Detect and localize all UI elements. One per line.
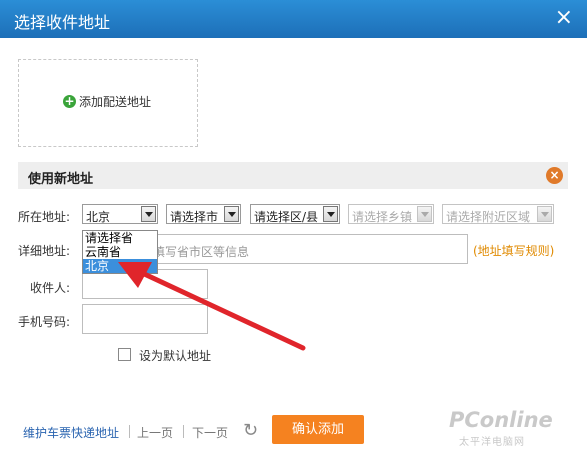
prev-page-link[interactable]: 上一页 xyxy=(137,424,173,441)
dialog-title-bar: 选择收件地址 × xyxy=(0,0,587,38)
detail-label: 详细地址: xyxy=(18,244,71,258)
watermark-logo: PConline 太平洋电脑网 xyxy=(437,400,577,450)
province-option[interactable]: 云南省 xyxy=(83,245,157,259)
detail-placeholder: 填写省市区等信息 xyxy=(153,245,250,259)
province-option-selected[interactable]: 北京 xyxy=(83,259,157,273)
new-address-title: 使用新地址 xyxy=(28,172,94,187)
dialog-title: 选择收件地址 xyxy=(14,13,111,32)
next-page-link[interactable]: 下一页 xyxy=(192,424,228,441)
receiver-label: 收件人: xyxy=(30,281,71,295)
town-select: 请选择乡镇 xyxy=(348,204,434,224)
divider xyxy=(183,425,184,438)
add-address-card[interactable]: + 添加配送地址 xyxy=(18,59,198,147)
close-circle-icon[interactable]: × xyxy=(546,167,563,184)
watermark-subtext: 太平洋电脑网 xyxy=(459,437,525,448)
province-option[interactable]: 请选择省 xyxy=(83,231,157,245)
confirm-add-button[interactable]: 确认添加 xyxy=(272,415,364,444)
chevron-down-icon[interactable] xyxy=(323,206,338,222)
chevron-down-icon xyxy=(417,206,432,222)
chevron-down-icon xyxy=(537,206,552,222)
region-label: 所在地址: xyxy=(18,210,71,224)
district-select[interactable]: 请选择区/县 xyxy=(250,204,340,224)
add-address-button[interactable]: + 添加配送地址 xyxy=(63,93,151,110)
chevron-down-icon[interactable] xyxy=(224,206,239,222)
maintain-address-link[interactable]: 维护车票快递地址 xyxy=(23,424,119,441)
province-select[interactable]: 北京 xyxy=(82,204,158,224)
city-value: 请选择市 xyxy=(170,210,219,224)
chevron-down-icon[interactable] xyxy=(141,206,156,222)
district-value: 请选择区/县 xyxy=(254,210,319,224)
phone-input[interactable] xyxy=(82,304,208,334)
nearby-value: 请选择附近区域 xyxy=(446,210,531,224)
address-rule-link[interactable]: (地址填写规则) xyxy=(473,242,554,259)
new-address-header: 使用新地址 × xyxy=(18,162,568,189)
add-address-label: 添加配送地址 xyxy=(79,95,152,109)
city-select[interactable]: 请选择市 xyxy=(166,204,241,224)
dialog-close-icon[interactable]: × xyxy=(555,6,573,30)
refresh-icon[interactable]: ↻ xyxy=(243,420,258,441)
watermark-text: PConline xyxy=(449,408,553,432)
town-value: 请选择乡镇 xyxy=(352,210,413,224)
plus-icon: + xyxy=(63,94,76,108)
province-dropdown[interactable]: 请选择省 云南省 北京 xyxy=(82,230,158,274)
default-address-label: 设为默认地址 xyxy=(139,349,212,363)
province-value: 北京 xyxy=(86,210,111,224)
divider xyxy=(129,425,130,438)
nearby-select: 请选择附近区域 xyxy=(442,204,554,224)
phone-label: 手机号码: xyxy=(18,315,71,329)
default-address-checkbox[interactable] xyxy=(118,348,131,361)
